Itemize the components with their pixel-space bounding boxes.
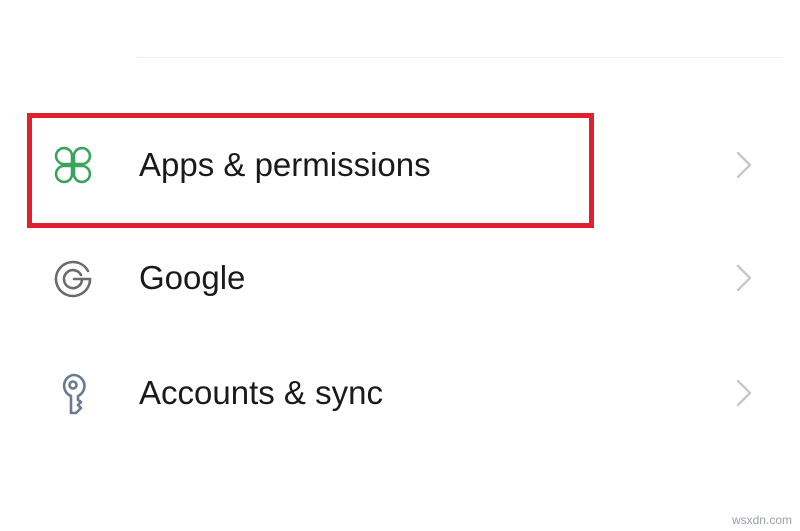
settings-item-label: Accounts & sync [139,374,383,411]
chevron-right-icon [734,263,754,293]
settings-item-label: Google [139,259,246,296]
watermark: wsxdn.com [731,513,792,527]
settings-item-apps-permissions[interactable]: Apps & permissions [0,110,800,220]
chevron-right-icon [734,378,754,408]
settings-item-label: Apps & permissions [139,146,431,183]
settings-item-accounts-sync[interactable]: Accounts & sync [0,338,800,448]
google-g-icon [50,255,96,301]
apps-grid-icon [50,142,96,188]
chevron-right-icon [734,150,754,180]
key-icon [50,370,96,416]
settings-list: Apps & permissions Google Accounts & syn… [0,0,800,531]
settings-item-google[interactable]: Google [0,223,800,333]
